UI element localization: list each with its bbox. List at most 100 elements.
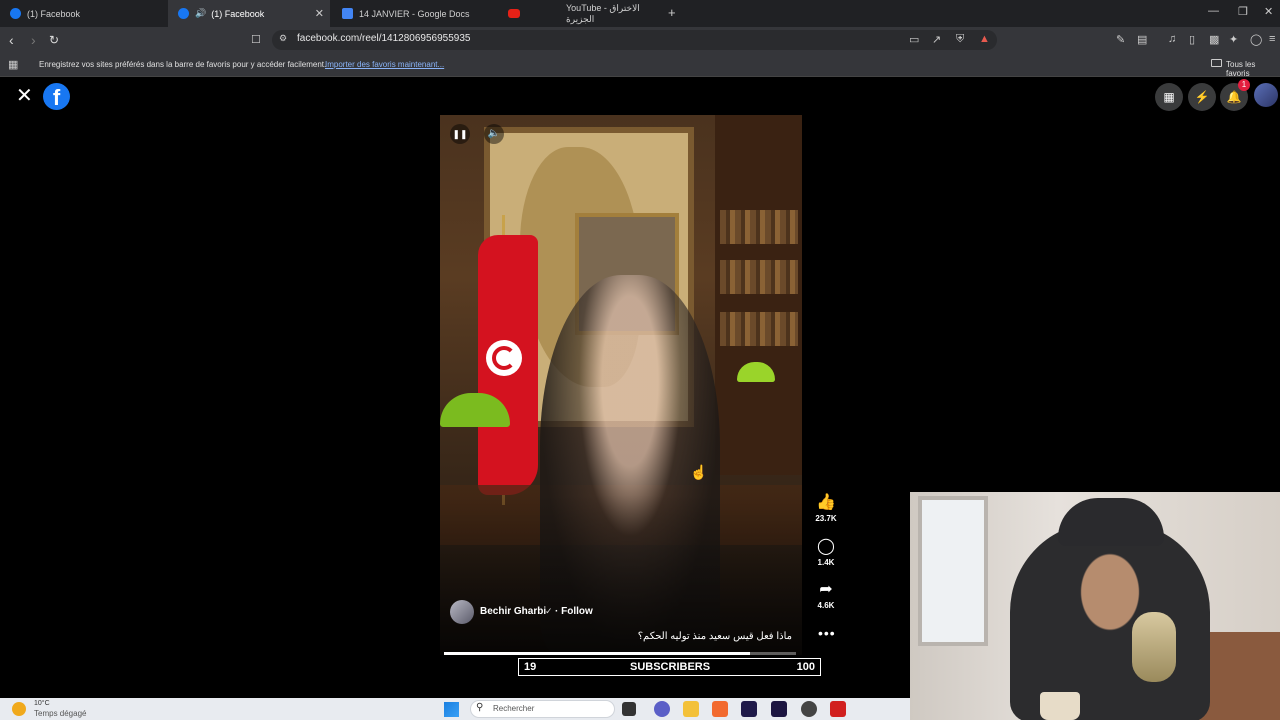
- like-button[interactable]: 👍 23.7K: [810, 494, 842, 523]
- reel-caption: ماذا فعل قيس سعيد منذ توليه الحكم؟: [637, 631, 792, 642]
- bookmarks-bar: ▦ Enregistrez vos sites préférés dans la…: [0, 53, 1280, 78]
- subscriber-current: 19: [524, 661, 537, 673]
- screen: (1) Facebook 🔊 (1) Facebook ✕ 14 JANVIER…: [0, 0, 1280, 720]
- follow-button[interactable]: · Follow: [555, 606, 593, 617]
- address-toolbar: ‹ › ↻: [0, 27, 1280, 53]
- comment-icon: ◯: [817, 538, 835, 555]
- facebook-logo[interactable]: f: [43, 83, 70, 110]
- share-count: 4.6K: [817, 601, 835, 610]
- tab-google-docs[interactable]: 14 JANVIER - Google Docs: [332, 0, 498, 27]
- mouse-cursor-icon: ☝: [690, 464, 708, 480]
- close-tab-icon[interactable]: ✕: [315, 7, 324, 20]
- youtube-icon: [508, 9, 520, 18]
- share-arrow-icon: ➦: [819, 581, 833, 598]
- like-count: 23.7K: [815, 514, 837, 523]
- task-view-icon[interactable]: [622, 702, 636, 716]
- search-icon: ⚲: [476, 702, 484, 713]
- windows-taskbar: 10°C Temps dégagé ⚲ Rechercher: [0, 698, 910, 720]
- comment-button[interactable]: ◯ 1.4K: [810, 538, 842, 567]
- all-bookmarks-button[interactable]: Tous les favoris: [1226, 60, 1280, 78]
- share-button[interactable]: ➦ 4.6K: [810, 581, 842, 610]
- file-explorer-icon[interactable]: [683, 701, 699, 717]
- vpn-icon[interactable]: ◯: [1250, 33, 1262, 46]
- more-options-icon[interactable]: •••: [818, 625, 836, 641]
- pause-button[interactable]: ❚❚: [450, 124, 470, 144]
- thumbs-up-icon: 👍: [816, 494, 836, 511]
- weather-description[interactable]: Temps dégagé: [34, 709, 86, 718]
- folder-icon: [1211, 59, 1222, 67]
- webcam-person: [1010, 522, 1210, 720]
- weather-temperature[interactable]: 10°C: [34, 700, 50, 707]
- tab-facebook-2[interactable]: 🔊 (1) Facebook ✕: [168, 0, 330, 27]
- menu-icon[interactable]: ≡: [1269, 33, 1275, 45]
- notification-badge: 1: [1238, 79, 1250, 91]
- webcam-microphone: [1132, 612, 1176, 682]
- bookmark-icon[interactable]: ☐: [251, 33, 261, 46]
- import-bookmarks-link[interactable]: Importer des favoris maintenant...: [325, 60, 444, 69]
- wallet-icon[interactable]: ▩: [1209, 33, 1219, 46]
- author-avatar[interactable]: [450, 600, 474, 624]
- menu-grid-button[interactable]: ▦: [1155, 83, 1183, 111]
- grid-icon: ▦: [1163, 90, 1175, 104]
- restore-icon[interactable]: ❐: [1238, 5, 1248, 18]
- leo-ai-icon[interactable]: ✦: [1229, 33, 1238, 46]
- forward-icon[interactable]: ›: [31, 32, 36, 48]
- webcam-overlay: [910, 492, 1280, 720]
- volume-button[interactable]: 🔈: [484, 124, 504, 144]
- tab-title: (1) Facebook: [27, 8, 81, 19]
- cast-icon[interactable]: ▭: [909, 33, 919, 46]
- google-docs-icon: [342, 8, 353, 19]
- back-icon[interactable]: ‹: [9, 32, 14, 48]
- webcam-window: [918, 496, 988, 646]
- music-icon[interactable]: ♫: [1168, 33, 1176, 45]
- video-bookshelf: [715, 115, 802, 475]
- sidebar-icon[interactable]: ▯: [1189, 33, 1195, 46]
- subscriber-counter: 19 SUBSCRIBERS 100: [518, 658, 821, 676]
- profile-avatar[interactable]: [1254, 83, 1278, 107]
- close-reel-icon[interactable]: ✕: [16, 86, 33, 106]
- taskbar-search[interactable]: [470, 700, 615, 718]
- minimize-icon[interactable]: —: [1208, 5, 1219, 17]
- after-effects-icon[interactable]: [771, 701, 787, 717]
- video-progress-fill: [444, 652, 751, 655]
- weather-icon[interactable]: [12, 702, 26, 716]
- reel-video[interactable]: [440, 115, 802, 655]
- new-tab-button[interactable]: +: [668, 5, 676, 20]
- facebook-icon: [10, 8, 21, 19]
- facebook-icon: [178, 8, 189, 19]
- acrobat-icon[interactable]: [830, 701, 846, 717]
- share-icon[interactable]: ↗: [932, 33, 941, 46]
- messenger-button[interactable]: ⚡: [1188, 83, 1216, 111]
- subscriber-label: SUBSCRIBERS: [630, 661, 711, 673]
- video-progress-bar[interactable]: [444, 652, 796, 655]
- tab-facebook-1[interactable]: (1) Facebook: [0, 0, 168, 27]
- apps-grid-icon[interactable]: ▦: [8, 58, 18, 71]
- brave-rewards-icon[interactable]: ▲: [979, 33, 990, 45]
- tab-search-icon[interactable]: ▤: [1137, 33, 1147, 46]
- browser-tab-bar: (1) Facebook 🔊 (1) Facebook ✕ 14 JANVIER…: [0, 0, 1280, 27]
- verified-icon: ✓: [545, 606, 553, 616]
- reload-icon[interactable]: ↻: [49, 32, 59, 48]
- subscriber-goal: 100: [796, 661, 815, 673]
- extensions-icon[interactable]: ✎: [1116, 33, 1125, 46]
- volume-icon: 🔈: [487, 128, 501, 139]
- brave-browser-icon[interactable]: [712, 701, 728, 717]
- obs-icon[interactable]: [801, 701, 817, 717]
- bell-icon: 🔔: [1226, 90, 1242, 104]
- messenger-icon: ⚡: [1194, 90, 1210, 104]
- speaker-icon[interactable]: 🔊: [195, 8, 206, 19]
- windows-start-icon[interactable]: [444, 702, 459, 717]
- url-text[interactable]: facebook.com/reel/1412806956955935: [297, 33, 470, 44]
- window-close-icon[interactable]: ✕: [1264, 5, 1273, 18]
- tab-title: (1) Facebook: [211, 8, 265, 19]
- author-name[interactable]: Bechir Gharbi: [480, 606, 546, 617]
- tab-title: YouTube - الاختراق الجزيرة: [566, 2, 640, 24]
- site-info-icon[interactable]: ⚙: [279, 33, 287, 44]
- premiere-pro-icon[interactable]: [741, 701, 757, 717]
- tab-title: 14 JANVIER - Google Docs: [359, 8, 470, 19]
- search-placeholder[interactable]: Rechercher: [493, 704, 534, 713]
- tab-youtube[interactable]: YouTube - الاختراق الجزيرة: [498, 0, 664, 27]
- comment-count: 1.4K: [817, 558, 835, 567]
- teams-icon[interactable]: [654, 701, 670, 717]
- brave-shield-icon[interactable]: ⛨: [956, 33, 964, 46]
